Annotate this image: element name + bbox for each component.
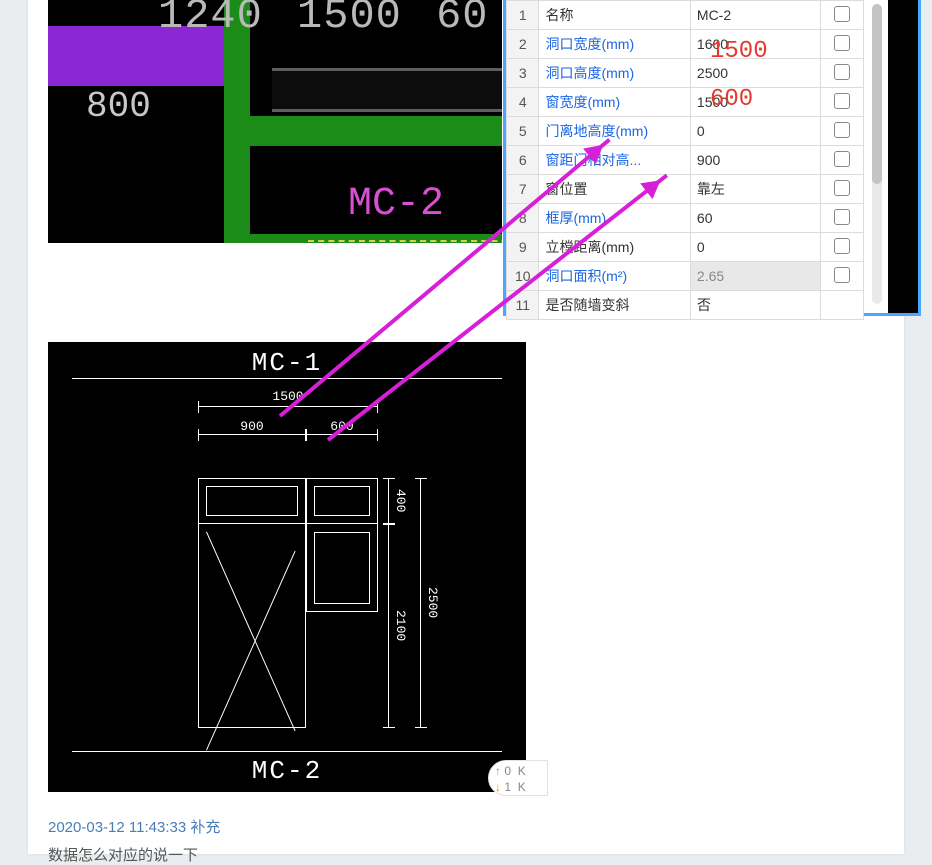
- property-name: 名称: [539, 1, 690, 30]
- property-table: 1名称MC-22洞口宽度(mm)16003洞口高度(mm)25004窗宽度(mm…: [506, 0, 864, 320]
- cad-transom-inner-r: [314, 486, 370, 516]
- property-row-index: 1: [507, 1, 539, 30]
- property-value[interactable]: 0: [690, 117, 820, 146]
- property-checkbox-cell[interactable]: [820, 59, 863, 88]
- cad-window-inner: [314, 532, 370, 604]
- viewport-3d: 1240 1500 60 800 MC-2: [48, 0, 502, 243]
- cad-title-bottom: MC-2: [48, 751, 526, 786]
- property-name[interactable]: 门离地高度(mm): [539, 117, 690, 146]
- property-value[interactable]: 900: [690, 146, 820, 175]
- checkbox-icon[interactable]: [834, 151, 850, 167]
- property-row[interactable]: 5门离地高度(mm)0: [507, 117, 864, 146]
- checkbox-icon[interactable]: [834, 64, 850, 80]
- karma-widget[interactable]: ↑ 0 K ↓ 1 K: [488, 760, 548, 796]
- property-value[interactable]: 0: [690, 233, 820, 262]
- checkbox-icon[interactable]: [834, 209, 850, 225]
- property-row-index: 4: [507, 88, 539, 117]
- property-row[interactable]: 8框厚(mm)60: [507, 204, 864, 233]
- property-checkbox-cell[interactable]: [820, 30, 863, 59]
- cad-title-top: MC-1: [48, 348, 526, 379]
- annotation-red-1500: 1500: [710, 38, 768, 65]
- checkbox-icon[interactable]: [834, 267, 850, 283]
- property-checkbox-cell[interactable]: [820, 1, 863, 30]
- property-value: 2.65: [690, 262, 820, 291]
- property-row[interactable]: 3洞口高度(mm)2500: [507, 59, 864, 88]
- cad-transom-inner-l: [206, 486, 298, 516]
- property-checkbox-cell[interactable]: [820, 233, 863, 262]
- property-value[interactable]: 60: [690, 204, 820, 233]
- property-row-index: 2: [507, 30, 539, 59]
- property-row[interactable]: 1名称MC-2: [507, 1, 864, 30]
- property-name[interactable]: 窗距门相对高...: [539, 146, 690, 175]
- property-name: 是否随墙变斜: [539, 291, 690, 320]
- checkbox-icon[interactable]: [834, 180, 850, 196]
- supplement-body: 数据怎么对应的说一下: [48, 844, 198, 865]
- property-row[interactable]: 11是否随墙变斜否: [507, 291, 864, 320]
- checkbox-icon[interactable]: [834, 93, 850, 109]
- viewport-top-dimensions: 1240 1500 60: [158, 0, 497, 40]
- supplement-timestamp: 2020-03-12 11:43:33 补充: [48, 816, 220, 837]
- checkbox-icon[interactable]: [834, 122, 850, 138]
- property-checkbox-cell[interactable]: [820, 117, 863, 146]
- property-checkbox-cell[interactable]: [820, 291, 863, 320]
- property-checkbox-cell[interactable]: [820, 262, 863, 291]
- property-checkbox-cell[interactable]: [820, 146, 863, 175]
- property-name[interactable]: 洞口面积(m²): [539, 262, 690, 291]
- property-scrollbar[interactable]: [872, 4, 882, 304]
- property-row-index: 9: [507, 233, 539, 262]
- property-name[interactable]: 窗宽度(mm): [539, 88, 690, 117]
- property-panel-darkstrip: [888, 0, 918, 313]
- property-name[interactable]: 洞口高度(mm): [539, 59, 690, 88]
- property-name[interactable]: 洞口宽度(mm): [539, 30, 690, 59]
- property-value[interactable]: MC-2: [690, 1, 820, 30]
- upvote-count: 0: [504, 764, 511, 778]
- cad-dim-h1: 400: [388, 478, 404, 524]
- cad-dim-h2: 2100: [388, 524, 404, 728]
- downvote-icon[interactable]: ↓: [495, 780, 501, 794]
- property-checkbox-cell[interactable]: [820, 88, 863, 117]
- checkbox-icon[interactable]: [834, 35, 850, 51]
- viewport-dim-c: 60: [436, 0, 488, 40]
- property-checkbox-cell[interactable]: [820, 175, 863, 204]
- viewport-window-slot: [272, 68, 502, 112]
- viewport-dim-b: 1500: [297, 0, 402, 40]
- property-row-index: 5: [507, 117, 539, 146]
- property-value[interactable]: 否: [690, 291, 820, 320]
- checkbox-icon[interactable]: [834, 6, 850, 22]
- property-row[interactable]: 2洞口宽度(mm)1600: [507, 30, 864, 59]
- cad-dim-w2: 600: [306, 434, 378, 450]
- property-checkbox-cell[interactable]: [820, 204, 863, 233]
- annotation-red-600: 600: [710, 86, 753, 113]
- property-row-index: 6: [507, 146, 539, 175]
- downvote-count: 1: [504, 780, 511, 794]
- viewport-dim-a: 1240: [158, 0, 263, 40]
- viewport-dim-left: 800: [86, 86, 151, 127]
- property-row[interactable]: 6窗距门相对高...900: [507, 146, 864, 175]
- property-row[interactable]: 4窗宽度(mm)1500: [507, 88, 864, 117]
- property-row[interactable]: 10洞口面积(m²)2.65: [507, 262, 864, 291]
- property-row-index: 3: [507, 59, 539, 88]
- cad-dim-w1: 900: [198, 434, 306, 450]
- cad-dim-total-height: 2500: [420, 478, 436, 728]
- checkbox-icon[interactable]: [834, 238, 850, 254]
- upvote-icon[interactable]: ↑: [495, 764, 501, 778]
- viewport-element-label: MC-2: [348, 182, 444, 227]
- property-value[interactable]: 靠左: [690, 175, 820, 204]
